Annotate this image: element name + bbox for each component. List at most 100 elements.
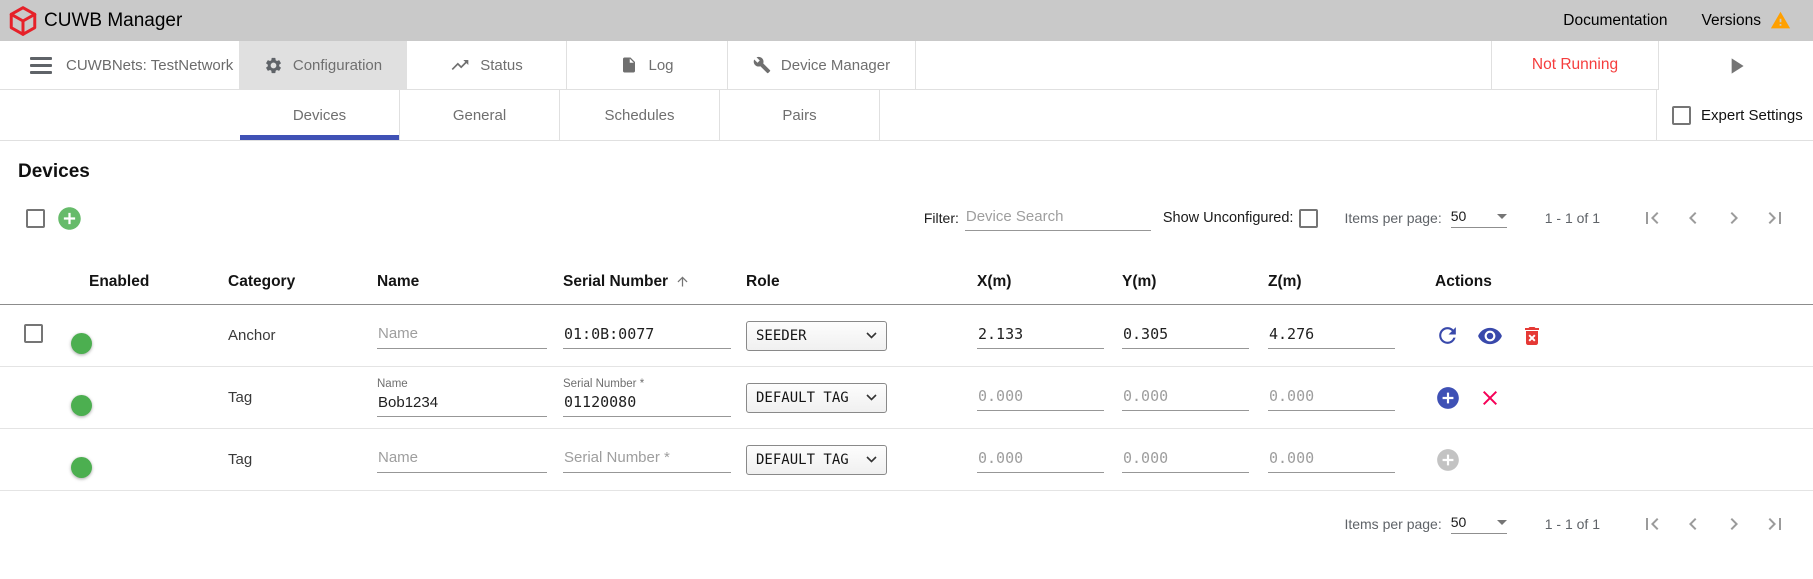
- role-cell: DEFAULT TAG: [746, 445, 977, 475]
- name-input[interactable]: [377, 323, 547, 349]
- network-label: CUWBNets: TestNetwork: [66, 57, 233, 74]
- select-all-checkbox[interactable]: [26, 209, 45, 228]
- versions-label: Versions: [1702, 12, 1761, 30]
- subtab-pairs[interactable]: Pairs: [720, 90, 880, 140]
- header-category: Category: [228, 273, 377, 291]
- items-per-page-select[interactable]: 50: [1451, 208, 1507, 228]
- refresh-button[interactable]: [1435, 323, 1460, 348]
- role-select[interactable]: DEFAULT TAG: [746, 445, 887, 475]
- serial-input[interactable]: [563, 323, 731, 349]
- plus-circle-icon: [56, 205, 83, 232]
- serial-input[interactable]: [563, 447, 731, 473]
- sort-arrow-up-icon: [675, 274, 690, 289]
- toolbar-right: Filter: Show Unconfigured: Items per pag…: [924, 205, 1787, 231]
- row-select-checkbox[interactable]: [24, 324, 43, 343]
- tab-device-manager-label: Device Manager: [781, 57, 890, 74]
- subtab-devices[interactable]: Devices: [240, 90, 400, 140]
- dropdown-caret-icon: [1497, 214, 1507, 219]
- header-role: Role: [746, 273, 977, 291]
- name-cell: [377, 323, 563, 349]
- last-page-button[interactable]: [1763, 512, 1787, 536]
- subtab-pairs-label: Pairs: [782, 107, 816, 124]
- name-input[interactable]: [377, 447, 547, 473]
- add-device-button[interactable]: [56, 205, 83, 232]
- versions-link[interactable]: Versions: [1702, 10, 1791, 31]
- confirm-add-button-disabled: [1435, 447, 1461, 473]
- tab-configuration[interactable]: Configuration: [240, 41, 407, 90]
- select-chevron-icon: [866, 332, 877, 339]
- plus-circle-icon: [1435, 385, 1461, 411]
- devices-table: Enabled Category Name Serial Number Role…: [0, 259, 1813, 491]
- header-z: Z(m): [1268, 273, 1426, 291]
- network-status: Not Running: [1491, 41, 1658, 90]
- subtab-schedules[interactable]: Schedules: [560, 90, 720, 140]
- visibility-button[interactable]: [1477, 323, 1503, 349]
- cancel-button[interactable]: [1478, 386, 1502, 410]
- delete-button[interactable]: [1520, 324, 1544, 348]
- y-input[interactable]: [1122, 385, 1249, 411]
- x-input[interactable]: [977, 447, 1104, 473]
- name-input[interactable]: [377, 391, 547, 417]
- warning-icon: [1770, 10, 1791, 31]
- show-unconfigured-checkbox[interactable]: [1299, 209, 1318, 228]
- topbar-links: Documentation Versions: [1563, 10, 1791, 31]
- z-input[interactable]: [1268, 385, 1395, 411]
- start-network-button[interactable]: [1658, 41, 1813, 90]
- dropdown-caret-icon: [1497, 520, 1507, 525]
- device-search-input[interactable]: [965, 205, 1151, 231]
- select-chevron-icon: [866, 456, 877, 463]
- serial-cell: [563, 447, 746, 473]
- first-page-button[interactable]: [1640, 206, 1664, 230]
- cuwb-manager-app: CUWB Manager Documentation Versions CUWB…: [0, 0, 1813, 579]
- play-icon: [1723, 53, 1749, 79]
- header-serial[interactable]: Serial Number: [563, 273, 746, 291]
- confirm-add-button[interactable]: [1435, 385, 1461, 411]
- role-select[interactable]: SEEDER: [746, 321, 887, 351]
- next-page-button[interactable]: [1722, 512, 1746, 536]
- next-page-button[interactable]: [1722, 206, 1746, 230]
- tab-status[interactable]: Status: [407, 41, 567, 90]
- actions-cell: [1426, 323, 1813, 349]
- y-input[interactable]: [1122, 447, 1249, 473]
- last-page-icon: [1763, 206, 1787, 230]
- tab-log[interactable]: Log: [567, 41, 728, 90]
- devices-toolbar: Filter: Show Unconfigured: Items per pag…: [0, 199, 1813, 237]
- z-input[interactable]: [1268, 323, 1395, 349]
- expert-settings-label: Expert Settings: [1701, 107, 1803, 124]
- page-range-label: 1 - 1 of 1: [1545, 210, 1600, 226]
- configuration-subtabs: Devices General Schedules Pairs Expert S…: [0, 90, 1813, 141]
- items-per-page-select[interactable]: 50: [1451, 514, 1507, 534]
- cuwb-logo-icon: [6, 4, 40, 38]
- subtab-general[interactable]: General: [400, 90, 560, 140]
- eye-icon: [1477, 323, 1503, 349]
- network-selector[interactable]: CUWBNets: TestNetwork: [0, 41, 240, 90]
- serial-field-label: Serial Number *: [563, 378, 746, 390]
- serial-input[interactable]: [563, 391, 731, 417]
- role-select[interactable]: DEFAULT TAG: [746, 383, 887, 413]
- devices-page: Devices Filter: Show Unconfigured: Items…: [0, 141, 1813, 543]
- documentation-link[interactable]: Documentation: [1563, 12, 1667, 30]
- items-per-page-label: Items per page:: [1344, 210, 1441, 226]
- prev-page-button[interactable]: [1681, 512, 1705, 536]
- paginator-buttons: [1640, 206, 1787, 230]
- category-cell: Anchor: [228, 327, 377, 344]
- y-input[interactable]: [1122, 323, 1249, 349]
- x-input[interactable]: [977, 385, 1104, 411]
- subtab-general-label: General: [453, 107, 506, 124]
- next-page-icon: [1722, 512, 1746, 536]
- last-page-button[interactable]: [1763, 206, 1787, 230]
- show-unconfigured-label: Show Unconfigured:: [1163, 210, 1294, 226]
- role-select-value: SEEDER: [756, 328, 807, 344]
- serial-cell: [563, 323, 746, 349]
- last-page-icon: [1763, 512, 1787, 536]
- category-cell: Tag: [228, 389, 377, 406]
- z-input[interactable]: [1268, 447, 1395, 473]
- x-input[interactable]: [977, 323, 1104, 349]
- header-enabled: Enabled: [80, 273, 228, 291]
- tab-device-manager[interactable]: Device Manager: [728, 41, 916, 90]
- header-y: Y(m): [1122, 273, 1268, 291]
- prev-page-button[interactable]: [1681, 206, 1705, 230]
- expert-settings-checkbox[interactable]: [1672, 106, 1691, 125]
- name-cell: [377, 447, 563, 473]
- first-page-button[interactable]: [1640, 512, 1664, 536]
